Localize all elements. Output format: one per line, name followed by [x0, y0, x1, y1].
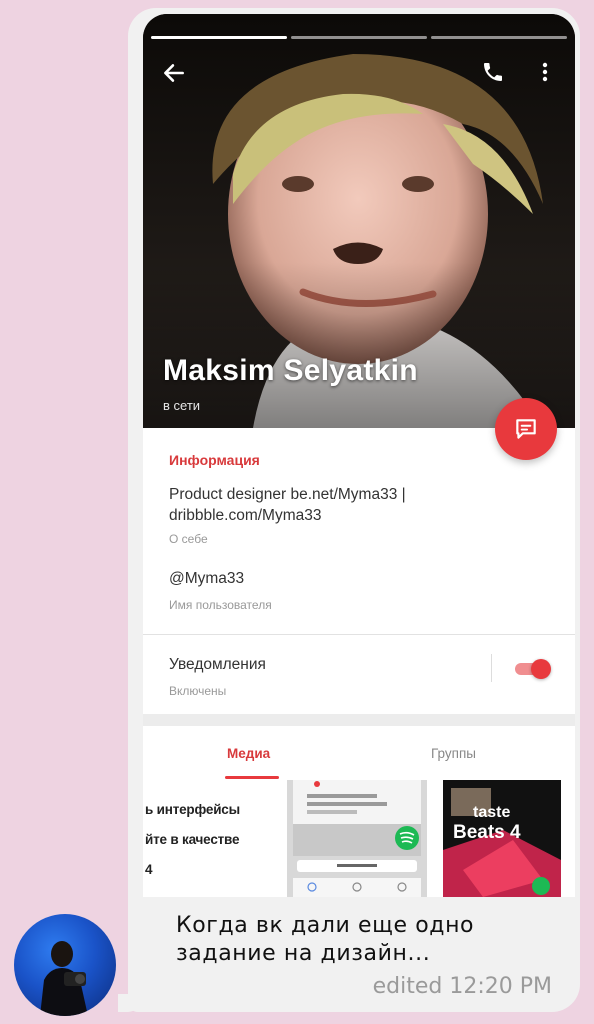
playlist-cover: taste Beats 4 — [443, 780, 561, 897]
cover-text-mirror: taste — [473, 804, 510, 821]
message-text: Когда вк дали еще одно задание на дизайн… — [176, 913, 475, 966]
username[interactable]: @Myma33 — [169, 570, 244, 588]
notifications-toggle[interactable] — [515, 659, 553, 679]
notifications-state: Включены — [169, 684, 227, 698]
bio-text: Product designer be.net/Myma33 | dribbbl… — [169, 486, 406, 524]
sender-avatar[interactable] — [14, 914, 116, 1016]
send-message-button[interactable] — [495, 398, 557, 460]
bio-caption: О себе — [169, 532, 208, 546]
media-thumb[interactable] — [287, 780, 427, 897]
thumb-text: ь интерфейсы — [145, 802, 240, 817]
phone-icon[interactable] — [481, 60, 505, 84]
more-vertical-icon[interactable] — [537, 60, 553, 84]
info-title: Информация — [169, 452, 260, 468]
thumb-text: 4 — [145, 862, 153, 877]
app-screenshot — [293, 780, 421, 897]
divider — [143, 634, 575, 635]
tab-media[interactable]: Медиа — [227, 746, 270, 761]
active-tab-indicator — [225, 776, 279, 779]
media-tabs: Медиа Группы — [143, 726, 575, 780]
divider — [491, 654, 492, 682]
back-arrow-icon[interactable] — [161, 60, 187, 86]
message-icon — [516, 419, 536, 439]
cover-text: Beats 4 — [453, 822, 521, 843]
message-bubble[interactable]: Maksim Selyatkin в сети Информация Produ… — [128, 8, 580, 1012]
thumb-text: йте в качестве — [145, 832, 240, 847]
profile-name: Maksim Selyatkin — [163, 354, 418, 387]
message-time: edited 12:20 PM — [372, 974, 552, 999]
media-grid: ь интерфейсы йте в качестве 4 taste Beat… — [143, 780, 575, 897]
photographer-silhouette — [40, 941, 88, 1016]
media-thumb[interactable]: ь интерфейсы йте в качестве 4 — [143, 780, 283, 897]
profile-header: Maksim Selyatkin в сети — [143, 14, 575, 428]
online-status: в сети — [163, 398, 201, 413]
media-thumb[interactable]: taste Beats 4 — [443, 780, 561, 897]
section-gap — [143, 714, 575, 726]
notifications-label: Уведомления — [169, 656, 266, 673]
story-progress — [151, 36, 567, 39]
profile-screenshot: Maksim Selyatkin в сети Информация Produ… — [143, 14, 575, 897]
tab-groups[interactable]: Группы — [431, 746, 476, 761]
username-caption: Имя пользователя — [169, 598, 272, 612]
